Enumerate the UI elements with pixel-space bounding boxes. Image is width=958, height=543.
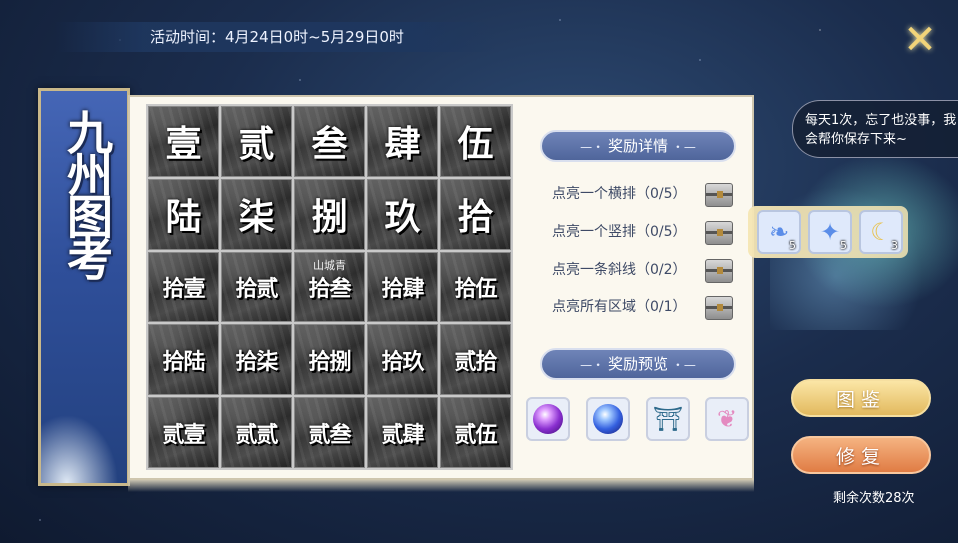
cell-label: 拾陆 [162,348,205,375]
grid-cell[interactable]: 拾捌 [294,324,365,396]
repair-button[interactable]: 修复 [791,436,931,474]
blue-feather-icon: ❧ [768,218,790,246]
cell-label: 陆 [165,196,202,239]
grid-cell[interactable]: 贰壹 [148,397,219,468]
grid-cell[interactable]: 拾 [440,178,511,250]
cell-label: 叁 [311,123,348,166]
butterfly-icon: ❦ [716,405,738,433]
cell-label: 拾肆 [381,275,424,302]
cell-label: 壹 [165,123,202,166]
cell-label: 贰拾 [454,348,497,375]
reward-slot[interactable]: ☾ 3 [859,210,903,254]
atlas-button[interactable]: 图鉴 [791,379,931,417]
puzzle-grid: 壹 贰 叁 肆 伍 陆 柒 捌 玖 拾 拾壹 拾贰 山城青拾叁 拾肆 拾伍 拾陆… [146,104,513,470]
header-ornament-left: —・ [580,358,608,372]
grid-cell[interactable]: 贰叁 [294,397,365,468]
header-ornament-right: ・— [668,140,696,154]
cell-label: 拾壹 [162,275,205,302]
preview-item-purple-orb[interactable] [526,397,570,441]
preview-item-blue-orb[interactable] [586,397,630,441]
header-ornament-right: ・— [668,358,696,372]
star-crystal-icon: ✦ [819,218,841,246]
reward-slot[interactable]: ❧ 5 [757,210,801,254]
cell-label: 伍 [457,123,494,166]
cell-label: 贰贰 [235,421,278,448]
grid-cell[interactable]: 拾玖 [367,324,438,396]
rewards-preview-title: 奖励预览 [607,355,668,373]
gate-sign: 山城青 [313,258,346,272]
cell-label: 贰壹 [162,421,205,448]
grid-cell[interactable]: 拾伍 [440,251,511,323]
event-banner: 九州图考 [38,88,130,486]
reward-count: 5 [840,239,847,252]
rewards-detail-header: —・ 奖励详情 ・— [540,130,736,162]
speech-bubble: 每天1次，忘了也没事，我会帮你保存下来~ [792,100,958,158]
grid-cell[interactable]: 拾壹 [148,251,219,323]
cell-label: 拾捌 [308,348,351,375]
grid-cell[interactable]: 壹 [148,106,219,177]
preview-item-pavilion[interactable]: ⛩ [646,397,690,441]
remaining-attempts: 剩余次数28次 [833,491,915,506]
header-ornament-left: —・ [580,140,608,154]
cell-label: 贰 [238,123,275,166]
grid-cell[interactable]: 伍 [440,106,511,177]
grid-cell[interactable]: 拾柒 [221,324,292,396]
cell-label: 贰伍 [454,421,497,448]
rewards-detail-title: 奖励详情 [607,137,668,155]
cell-label: 拾叁 [308,275,351,302]
board-frame [128,480,754,492]
grid-cell[interactable]: 贰伍 [440,397,511,468]
cell-label: 玖 [384,196,421,239]
cell-label: 捌 [311,196,348,239]
cell-label: 贰肆 [381,421,424,448]
cell-label: 柒 [238,196,275,239]
chest-icon[interactable] [705,221,733,245]
reward-slot[interactable]: ✦ 5 [808,210,852,254]
grid-cell[interactable]: 贰肆 [367,397,438,468]
grid-cell[interactable]: 贰拾 [440,324,511,396]
purple-orb-icon [533,404,563,434]
grid-cell[interactable]: 贰 [221,106,292,177]
grid-cell[interactable]: 柒 [221,178,292,250]
preview-item-butterfly[interactable]: ❦ [705,397,749,441]
chest-icon[interactable] [705,183,733,207]
cell-label: 拾贰 [235,275,278,302]
moon-charm-icon: ☾ [870,218,892,246]
close-icon[interactable]: ✕ [898,20,942,60]
rewards-preview-header: —・ 奖励预览 ・— [540,348,736,380]
cell-label: 拾 [457,196,494,239]
grid-cell[interactable]: 叁 [294,106,365,177]
chest-icon[interactable] [705,259,733,283]
cell-label: 拾柒 [235,348,278,375]
banner-title: 九州图考 [60,109,114,277]
grid-cell[interactable]: 山城青 拾叁 [294,251,365,323]
grid-cell[interactable]: 拾贰 [221,251,292,323]
grid-cell[interactable]: 肆 [367,106,438,177]
activity-time-bar: 活动时间：4月24日0时~5月29日0时 [55,22,495,52]
cell-label: 肆 [384,123,421,166]
reward-count: 3 [891,239,898,252]
chest-icon[interactable] [705,296,733,320]
reward-count: 5 [789,239,796,252]
cell-label: 拾伍 [454,275,497,302]
grid-cell[interactable]: 拾陆 [148,324,219,396]
grid-cell[interactable]: 玖 [367,178,438,250]
blue-orb-icon [593,404,623,434]
cell-label: 贰叁 [308,421,351,448]
pavilion-icon: ⛩ [652,405,684,433]
grid-cell[interactable]: 捌 [294,178,365,250]
wave-decoration [41,403,127,483]
cell-label: 拾玖 [381,348,424,375]
grid-cell[interactable]: 陆 [148,178,219,250]
grid-cell[interactable]: 拾肆 [367,251,438,323]
grid-cell[interactable]: 贰贰 [221,397,292,468]
